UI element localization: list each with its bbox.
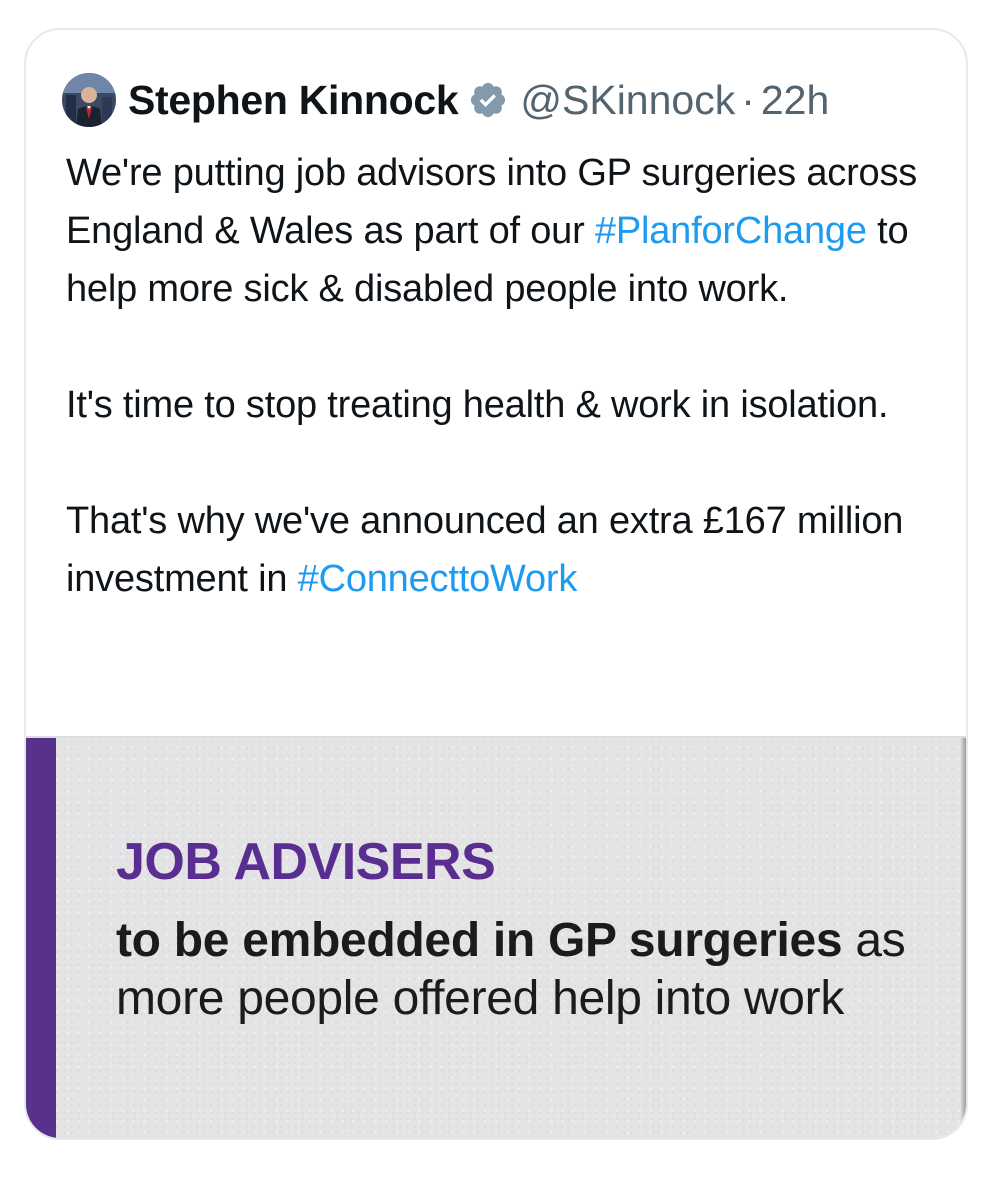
tweet-timestamp[interactable]: 22h [761, 77, 829, 124]
meta-separator: · [741, 76, 755, 123]
tweet-paragraph: That's why we've announced an extra £167… [66, 492, 946, 608]
tweet-card[interactable]: Stephen Kinnock @SKinnock · 22h We're pu… [24, 28, 968, 1140]
media-edge-shadow [960, 738, 966, 1138]
author-handle[interactable]: @SKinnock [520, 77, 735, 124]
hashtag-link[interactable]: #ConnecttoWork [298, 558, 578, 600]
tweet-text: We're putting job advisors into GP surge… [66, 144, 946, 608]
avatar[interactable] [62, 73, 116, 127]
tweet-text-segment: It's time to stop treating health & work… [66, 384, 889, 426]
verified-badge-icon [471, 82, 506, 118]
tweet-paragraph: It's time to stop treating health & work… [66, 376, 946, 434]
accent-bar [26, 738, 56, 1138]
hashtag-link[interactable]: #PlanforChange [595, 210, 867, 252]
tweet-media-image[interactable]: JOB ADVISERS to be embedded in GP surger… [26, 736, 966, 1138]
author-name[interactable]: Stephen Kinnock [128, 77, 459, 124]
media-subhead: to be embedded in GP surgeries as more p… [116, 912, 936, 1028]
tweet-paragraph: We're putting job advisors into GP surge… [66, 144, 946, 318]
media-headline: JOB ADVISERS [116, 833, 496, 891]
media-subhead-bold: to be embedded in GP surgeries [116, 914, 843, 967]
tweet-header: Stephen Kinnock @SKinnock · 22h [62, 70, 829, 130]
